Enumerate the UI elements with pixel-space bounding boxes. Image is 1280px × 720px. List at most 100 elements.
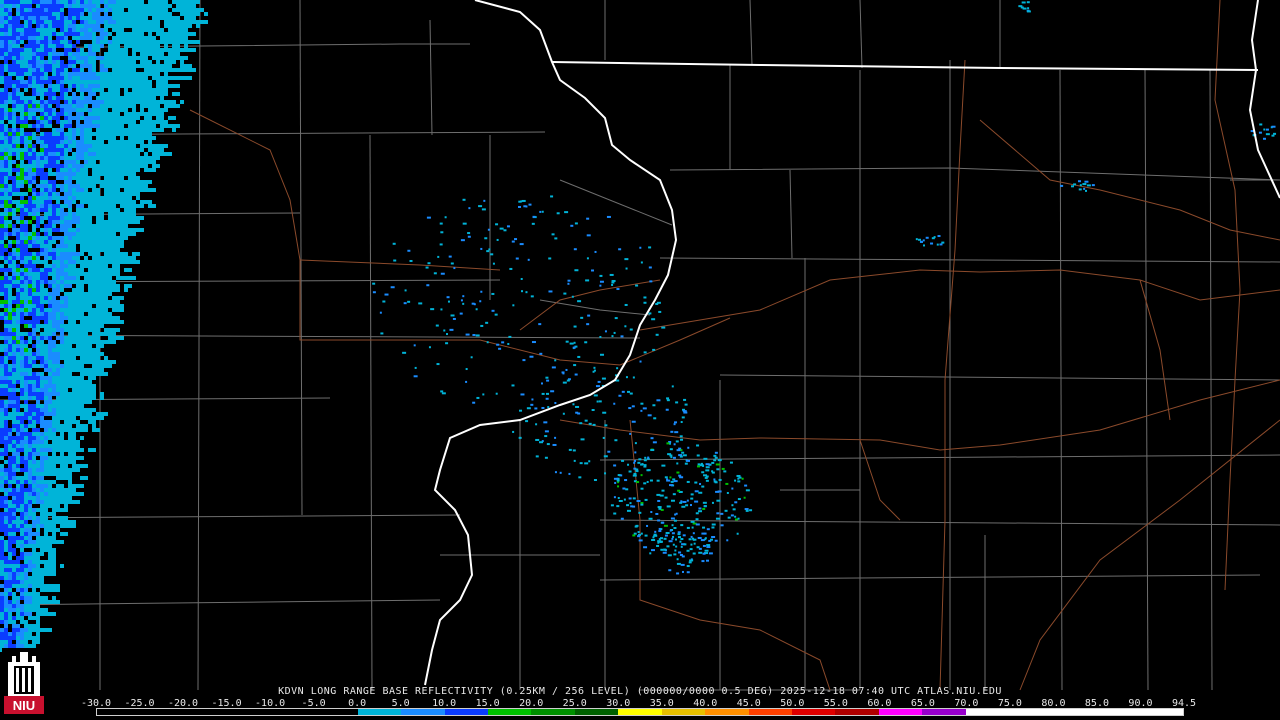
echo-pixel bbox=[36, 220, 40, 224]
echo-pixel bbox=[108, 48, 112, 52]
echo-pixel bbox=[88, 0, 92, 4]
echo-pixel bbox=[8, 568, 12, 572]
echo-pixel bbox=[116, 156, 120, 160]
echo-pixel bbox=[52, 276, 56, 280]
echo-pixel bbox=[24, 528, 28, 532]
echo-pixel bbox=[4, 600, 8, 604]
echo-pixel bbox=[714, 539, 718, 542]
echo-pixel bbox=[0, 600, 4, 604]
echo-pixel bbox=[148, 160, 152, 164]
echo-pixel bbox=[108, 188, 112, 192]
echo-pixel bbox=[651, 318, 656, 321]
echo-pixel bbox=[68, 12, 72, 16]
echo-pixel bbox=[88, 80, 92, 84]
echo-pixel bbox=[52, 432, 56, 436]
echo-pixel bbox=[476, 396, 480, 399]
echo-pixel bbox=[12, 528, 16, 532]
echo-pixel bbox=[60, 24, 64, 28]
echo-pixel bbox=[36, 244, 40, 248]
echo-pixel bbox=[116, 268, 120, 272]
echo-pixel bbox=[116, 256, 120, 260]
echo-pixel bbox=[140, 200, 144, 204]
echo-pixel bbox=[40, 500, 44, 504]
echo-pixel bbox=[172, 52, 176, 56]
echo-pixel bbox=[52, 24, 56, 28]
echo-pixel bbox=[96, 364, 100, 368]
echo-pixel bbox=[92, 296, 96, 300]
echo-pixel bbox=[92, 56, 96, 60]
echo-pixel bbox=[132, 132, 136, 136]
echo-pixel bbox=[180, 76, 184, 80]
echo-pixel bbox=[48, 500, 52, 504]
echo-pixel bbox=[88, 116, 92, 120]
echo-pixel bbox=[88, 120, 92, 124]
echo-pixel bbox=[32, 404, 36, 408]
echo-pixel bbox=[32, 500, 36, 504]
echo-pixel bbox=[96, 140, 100, 144]
echo-pixel bbox=[637, 531, 640, 534]
echo-pixel bbox=[92, 396, 96, 400]
echo-pixel bbox=[136, 220, 140, 224]
echo-pixel bbox=[12, 316, 16, 320]
echo-pixel bbox=[60, 476, 64, 480]
echo-pixel bbox=[104, 208, 108, 212]
echo-pixel bbox=[40, 148, 44, 152]
echo-pixel bbox=[80, 212, 84, 216]
echo-pixel bbox=[720, 512, 724, 515]
echo-pixel bbox=[56, 20, 60, 24]
echo-pixel bbox=[28, 516, 32, 520]
echo-pixel bbox=[100, 220, 104, 224]
echo-pixel bbox=[104, 328, 108, 332]
echo-pixel bbox=[100, 244, 104, 248]
echo-pixel bbox=[80, 16, 84, 20]
echo-pixel bbox=[120, 164, 124, 168]
echo-pixel bbox=[112, 164, 116, 168]
echo-pixel bbox=[136, 152, 140, 156]
echo-pixel bbox=[72, 28, 76, 32]
echo-pixel bbox=[124, 212, 128, 216]
echo-pixel bbox=[32, 176, 36, 180]
echo-pixel bbox=[116, 36, 120, 40]
echo-pixel bbox=[68, 280, 72, 284]
echo-pixel bbox=[52, 28, 56, 32]
echo-pixel bbox=[68, 248, 72, 252]
echo-pixel bbox=[4, 156, 8, 160]
echo-pixel bbox=[669, 484, 674, 487]
echo-pixel bbox=[12, 208, 16, 212]
echo-pixel bbox=[52, 44, 56, 48]
echo-pixel bbox=[72, 256, 76, 260]
echo-pixel bbox=[80, 396, 84, 400]
echo-pixel bbox=[92, 168, 96, 172]
echo-pixel bbox=[168, 52, 172, 56]
echo-pixel bbox=[80, 264, 84, 268]
echo-pixel bbox=[148, 108, 152, 112]
echo-pixel bbox=[116, 84, 120, 88]
echo-pixel bbox=[24, 72, 28, 76]
echo-pixel bbox=[92, 148, 96, 152]
echo-pixel bbox=[44, 52, 48, 56]
echo-pixel bbox=[4, 440, 8, 444]
echo-pixel bbox=[104, 100, 108, 104]
echo-pixel bbox=[56, 312, 60, 316]
echo-pixel bbox=[112, 92, 116, 96]
echo-pixel bbox=[503, 229, 507, 232]
echo-pixel bbox=[52, 344, 56, 348]
echo-pixel bbox=[4, 468, 8, 472]
echo-pixel bbox=[88, 208, 92, 212]
echo-pixel bbox=[92, 144, 96, 148]
echo-pixel bbox=[140, 156, 144, 160]
echo-pixel bbox=[32, 224, 36, 228]
echo-pixel bbox=[8, 4, 12, 8]
echo-pixel bbox=[172, 40, 176, 44]
echo-pixel bbox=[573, 364, 577, 367]
echo-pixel bbox=[160, 84, 164, 88]
echo-pixel bbox=[28, 212, 32, 216]
echo-pixel bbox=[56, 216, 60, 220]
echo-pixel bbox=[80, 316, 84, 320]
echo-pixel bbox=[84, 164, 88, 168]
echo-pixel bbox=[16, 536, 20, 540]
echo-pixel bbox=[28, 304, 32, 308]
echo-pixel bbox=[48, 112, 52, 116]
echo-pixel bbox=[80, 0, 84, 4]
echo-pixel bbox=[4, 352, 8, 356]
